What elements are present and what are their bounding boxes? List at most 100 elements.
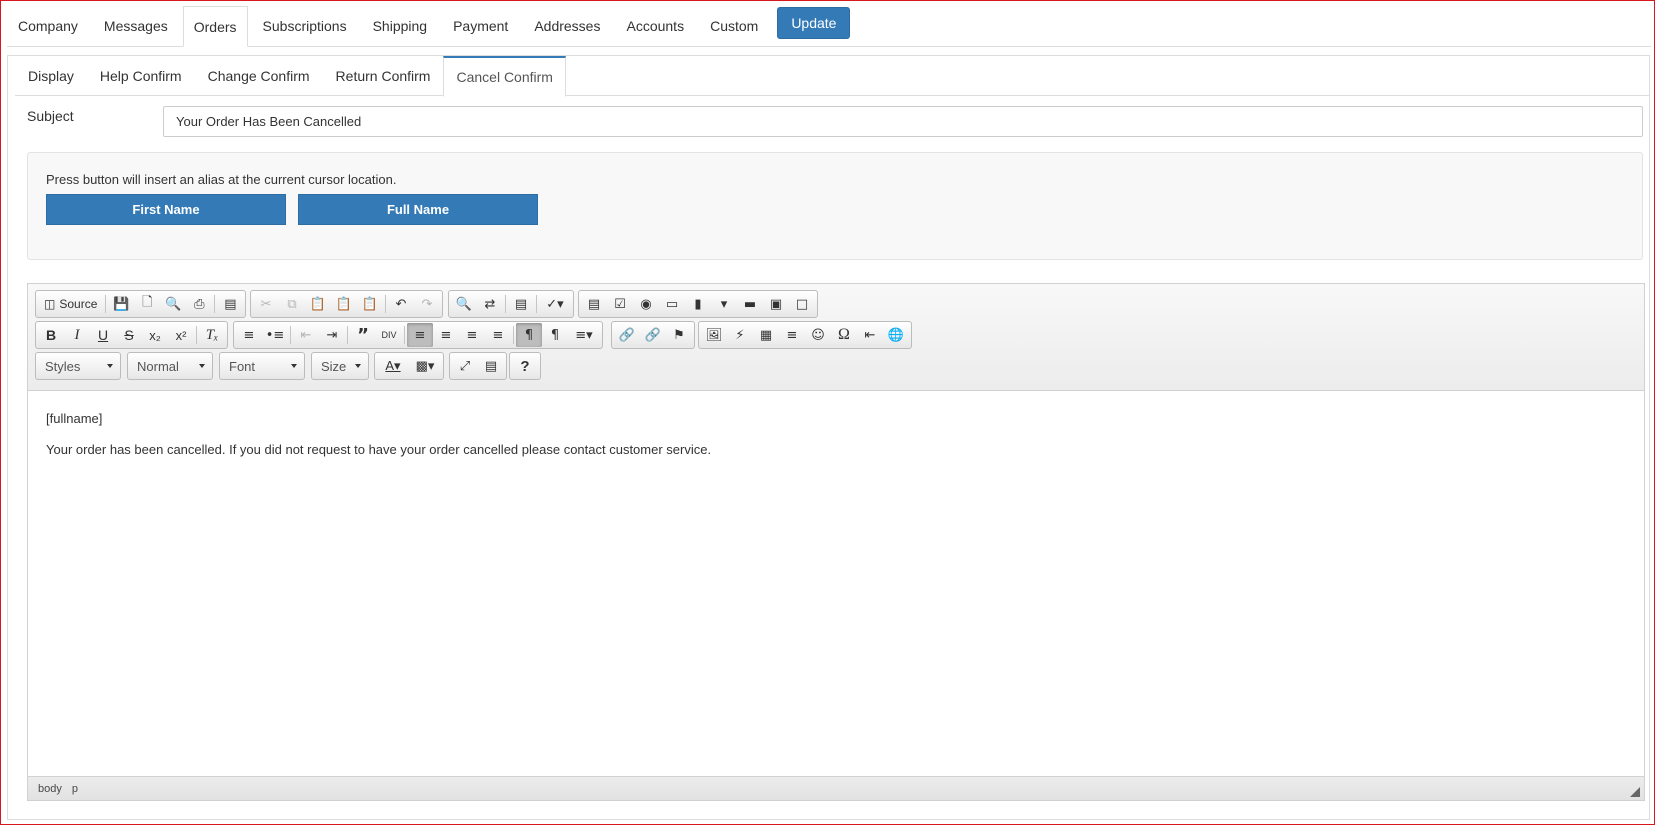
source-button[interactable]: ◫ Source xyxy=(38,292,103,316)
bulleted-list-icon[interactable]: •≡ xyxy=(262,323,288,347)
text-direction-rtl-icon[interactable]: ¶ xyxy=(542,323,568,347)
tab-custom[interactable]: Custom xyxy=(699,6,769,46)
textarea-icon[interactable]: ▮ xyxy=(685,292,711,316)
toolbar-separator xyxy=(513,326,514,344)
hidden-field-icon[interactable]: □ xyxy=(789,292,815,316)
bg-color-icon[interactable]: ▩▾ xyxy=(409,354,441,378)
align-justify-icon[interactable]: ≡ xyxy=(485,323,511,347)
resize-handle-icon[interactable] xyxy=(1630,787,1640,797)
editor-line-message: Your order has been cancelled. If you di… xyxy=(46,442,712,457)
italic-icon[interactable]: I xyxy=(64,323,90,347)
underline-icon[interactable]: U xyxy=(90,323,116,347)
table-icon[interactable]: ▦ xyxy=(753,323,779,347)
outdent-icon[interactable]: ⇤ xyxy=(293,323,319,347)
redo-icon[interactable]: ↷ xyxy=(414,292,440,316)
save-icon[interactable]: 💾 xyxy=(108,292,134,316)
replace-icon[interactable]: ⇄ xyxy=(477,292,503,316)
toolbar-separator xyxy=(196,326,197,344)
radio-icon[interactable]: ◉ xyxy=(633,292,659,316)
top-tab-bar: Company Messages Orders Subscriptions Sh… xyxy=(7,6,1651,47)
preview-icon[interactable]: 🔍 xyxy=(160,292,186,316)
remove-format-icon[interactable]: Tₓ xyxy=(199,323,225,347)
templates-icon[interactable]: ▤ xyxy=(217,292,243,316)
text-color-icon[interactable]: A▾ xyxy=(377,354,409,378)
image-icon[interactable]: 🖼 xyxy=(701,323,727,347)
bold-icon[interactable]: B xyxy=(38,323,64,347)
unlink-icon[interactable]: 🔗 xyxy=(640,323,666,347)
horizontal-line-icon[interactable]: ≡ xyxy=(779,323,805,347)
path-body[interactable]: body xyxy=(38,783,62,795)
rich-text-editor: ◫Source 💾 🗋 🔍 ⎙ ▤ ✂ ⧉ 📋 📋 📋 ↶ ↷ � xyxy=(27,283,1645,801)
update-button[interactable]: Update xyxy=(777,7,851,39)
strikethrough-icon[interactable]: S xyxy=(116,323,142,347)
checkbox-icon[interactable]: ☑ xyxy=(607,292,633,316)
help-icon[interactable]: ? xyxy=(512,354,538,378)
path-p[interactable]: p xyxy=(72,783,78,795)
show-blocks-icon[interactable]: ▤ xyxy=(478,354,504,378)
toolbar-group-links: 🔗 🔗 ⚑ xyxy=(611,321,695,349)
spellcheck-icon[interactable]: ✓▾ xyxy=(539,292,571,316)
paste-word-icon[interactable]: 📋 xyxy=(357,292,383,316)
tab-accounts[interactable]: Accounts xyxy=(615,6,695,46)
text-field-icon[interactable]: ▭ xyxy=(659,292,685,316)
tab-help-confirm[interactable]: Help Confirm xyxy=(87,56,195,96)
copy-icon[interactable]: ⧉ xyxy=(279,292,305,316)
tab-company[interactable]: Company xyxy=(7,6,89,46)
styles-combo[interactable]: Styles xyxy=(35,352,121,380)
tab-change-confirm[interactable]: Change Confirm xyxy=(195,56,323,96)
tab-payment[interactable]: Payment xyxy=(442,6,519,46)
editor-content[interactable]: [fullname] Your order has been cancelled… xyxy=(28,391,1644,778)
subscript-icon[interactable]: x₂ xyxy=(142,323,168,347)
tab-cancel-confirm[interactable]: Cancel Confirm xyxy=(443,56,566,97)
chevron-down-icon xyxy=(107,364,113,368)
paste-icon[interactable]: 📋 xyxy=(305,292,331,316)
blockquote-icon[interactable]: ” xyxy=(350,323,376,347)
undo-icon[interactable]: ↶ xyxy=(388,292,414,316)
tab-orders[interactable]: Orders xyxy=(182,6,248,47)
align-center-icon[interactable]: ≡ xyxy=(433,323,459,347)
new-page-icon[interactable]: 🗋 xyxy=(134,292,160,316)
special-char-icon[interactable]: Ω xyxy=(831,323,857,347)
align-right-icon[interactable]: ≡ xyxy=(459,323,485,347)
superscript-icon[interactable]: x² xyxy=(168,323,194,347)
text-direction-ltr-icon[interactable]: ¶ xyxy=(516,323,542,347)
select-field-icon[interactable]: ▾ xyxy=(711,292,737,316)
image-button-icon[interactable]: ▣ xyxy=(763,292,789,316)
button-field-icon[interactable]: ▬ xyxy=(737,292,763,316)
first-name-alias-button[interactable]: First Name xyxy=(46,194,286,225)
create-div-icon[interactable]: DIV xyxy=(376,323,402,347)
link-icon[interactable]: 🔗 xyxy=(614,323,640,347)
toolbar-group-about: ? xyxy=(509,352,541,380)
tab-addresses[interactable]: Addresses xyxy=(523,6,611,46)
form-icon[interactable]: ▤ xyxy=(581,292,607,316)
tab-return-confirm[interactable]: Return Confirm xyxy=(323,56,444,96)
iframe-icon[interactable]: 🌐 xyxy=(883,323,909,347)
indent-icon[interactable]: ⇥ xyxy=(319,323,345,347)
font-combo[interactable]: Font xyxy=(219,352,305,380)
numbered-list-icon[interactable]: ≡ xyxy=(236,323,262,347)
paste-text-icon[interactable]: 📋 xyxy=(331,292,357,316)
align-left-icon[interactable]: ≡ xyxy=(407,323,433,347)
cut-icon[interactable]: ✂ xyxy=(253,292,279,316)
tab-subscriptions[interactable]: Subscriptions xyxy=(252,6,358,46)
toolbar-separator xyxy=(105,295,107,313)
tab-display[interactable]: Display xyxy=(15,56,87,96)
source-icon: ◫ xyxy=(44,297,56,311)
toolbar-group-basicstyles: B I U S x₂ x² Tₓ xyxy=(35,321,228,349)
subject-input[interactable] xyxy=(163,106,1643,137)
tab-messages[interactable]: Messages xyxy=(93,6,179,46)
full-name-alias-button[interactable]: Full Name xyxy=(298,194,538,225)
page-break-icon[interactable]: ⇤ xyxy=(857,323,883,347)
find-icon[interactable]: 🔍 xyxy=(451,292,477,316)
select-all-icon[interactable]: ▤ xyxy=(508,292,534,316)
editor-toolbar: ◫Source 💾 🗋 🔍 ⎙ ▤ ✂ ⧉ 📋 📋 📋 ↶ ↷ � xyxy=(28,284,1644,391)
flash-icon[interactable]: ⚡ xyxy=(727,323,753,347)
anchor-icon[interactable]: ⚑ xyxy=(666,323,692,347)
size-combo[interactable]: Size xyxy=(311,352,369,380)
language-icon[interactable]: ≡▾ xyxy=(568,323,600,347)
smiley-icon[interactable]: ☺ xyxy=(805,323,831,347)
print-icon[interactable]: ⎙ xyxy=(186,292,212,316)
format-combo[interactable]: Normal xyxy=(127,352,213,380)
maximize-icon[interactable]: ⤢ xyxy=(452,354,478,378)
tab-shipping[interactable]: Shipping xyxy=(362,6,439,46)
